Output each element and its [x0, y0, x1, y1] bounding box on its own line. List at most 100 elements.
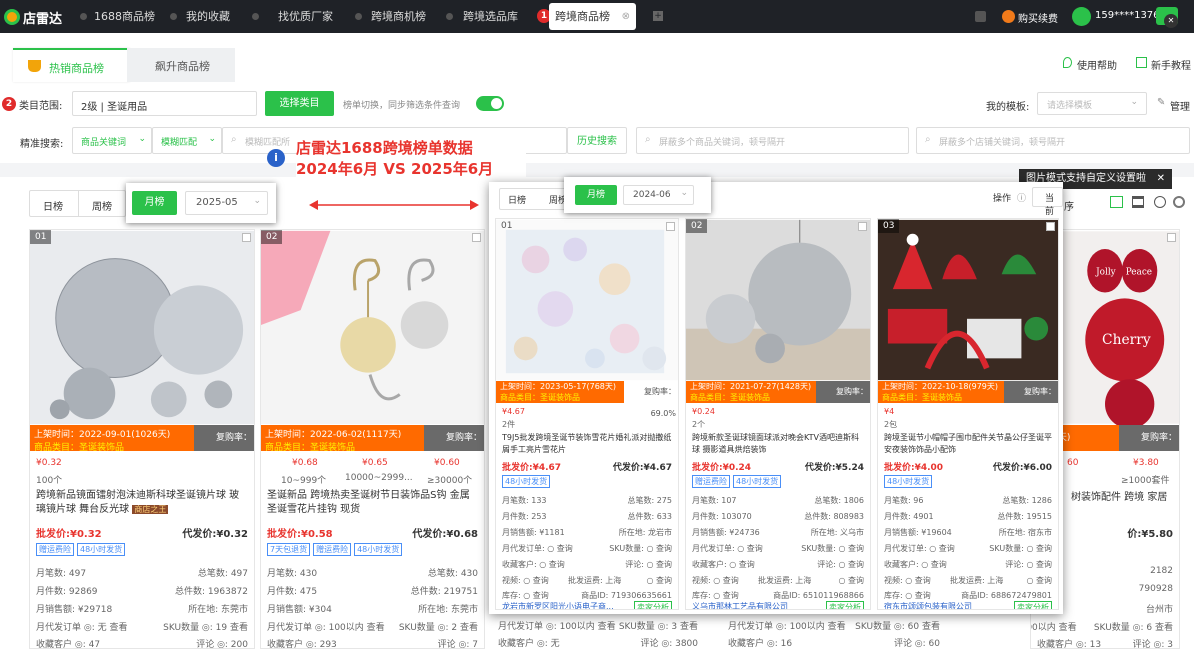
- close-icon[interactable]: ✕: [1157, 169, 1165, 189]
- block-goods-input[interactable]: ⌕ 屏蔽多个商品关键词，顿号隔开: [636, 127, 909, 154]
- product-card[interactable]: 01 上架时间：2022-09-01(1026天) 商品类目：圣诞装饰品 复购率…: [29, 229, 255, 649]
- tab-rising-goods[interactable]: 飙升商品榜: [127, 48, 235, 82]
- stat-left[interactable]: 月代发订单: ○ 查询: [692, 544, 763, 553]
- select-checkbox[interactable]: [858, 222, 867, 231]
- service-tag: 48小时发货: [884, 475, 933, 488]
- app-logo[interactable]: 店雷达: [4, 7, 62, 27]
- stat-left[interactable]: 收藏客户: ○ 查询: [692, 560, 755, 569]
- screenshot-icon[interactable]: ✕: [1164, 14, 1178, 28]
- new-tab-icon[interactable]: +: [653, 11, 663, 21]
- svg-text:Cherry: Cherry: [1102, 332, 1151, 348]
- tab-hot-goods[interactable]: 热销商品榜: [13, 48, 130, 82]
- tutorial-link[interactable]: 新手教程: [1151, 57, 1191, 72]
- shop-name[interactable]: 义乌市那林工艺品有限公司: [692, 602, 788, 609]
- month-tab[interactable]: 月榜: [575, 185, 617, 205]
- gear-icon[interactable]: [1173, 196, 1185, 208]
- block-shop-input[interactable]: ⌕ 屏蔽多个店铺关键词，顿号隔开: [916, 127, 1190, 154]
- select-category-button[interactable]: 选择类目: [265, 91, 334, 116]
- stat-left[interactable]: 视频: ○ 查询: [502, 576, 549, 585]
- stat-right[interactable]: ○ 查询: [838, 575, 864, 586]
- wholesale-price: 批发价:¥4.00: [884, 463, 944, 473]
- stat-right[interactable]: ○ 查询: [646, 575, 672, 586]
- template-select[interactable]: 请选择模板 ⌄: [1037, 92, 1147, 115]
- product-card[interactable]: 02 上架时间：2021-07-27(1428天) 商品类目：圣诞装饰品 复购率…: [685, 218, 871, 610]
- tab-1688-goods[interactable]: 1688商品榜: [94, 0, 155, 33]
- list-mode-icon[interactable]: [1132, 196, 1144, 208]
- select-checkbox[interactable]: [666, 222, 675, 231]
- stat-right[interactable]: SKU数量 ◎: 3 查看: [619, 619, 698, 632]
- stat-left[interactable]: 月代发订单: ○ 查询: [884, 544, 955, 553]
- stat-row: 月代发订单: ○ 查询 SKU数量: ○ 查询: [884, 543, 1052, 554]
- select-checkbox[interactable]: [472, 233, 481, 242]
- tab-opportunities[interactable]: 跨境商机榜: [371, 0, 426, 33]
- tab-selection-lib[interactable]: 跨境选品库: [463, 0, 518, 33]
- stat-right[interactable]: SKU数量 ◎: 19 查看: [163, 620, 248, 633]
- month-tab[interactable]: 月榜: [132, 191, 177, 215]
- month-picker-right[interactable]: 2024-06 ⌄: [623, 185, 694, 205]
- product-title[interactable]: 跨境新款圣诞球镜面球派对晚会KTV酒吧迪斯科球 摄影道具烘焙装饰: [692, 432, 864, 456]
- product-card[interactable]: 02 上架时间：2022-06-02(1117天) 商品类目：圣诞装饰品 复购率…: [260, 229, 485, 649]
- stat-left[interactable]: 月代发订单: ○ 查询: [502, 544, 573, 553]
- stat-right[interactable]: 评论: ○ 查询: [817, 559, 864, 570]
- month-picker-left[interactable]: 2025-05 ⌄: [185, 191, 268, 215]
- dropdown-icon[interactable]: [975, 11, 986, 22]
- stat-right[interactable]: ○ 查询: [1026, 575, 1052, 586]
- day-tab[interactable]: 日榜: [43, 198, 63, 213]
- product-card[interactable]: 03 上架时间：2022-10-18(979天) 商品类目：圣诞装饰品 复购率：…: [877, 218, 1059, 610]
- select-checkbox[interactable]: [242, 233, 251, 242]
- tab-favorites[interactable]: 我的收藏: [186, 0, 230, 33]
- match-type-select[interactable]: 模糊匹配 ⌄: [152, 127, 222, 154]
- stat-right[interactable]: SKU数量 ◎: 2 查看: [399, 620, 478, 633]
- help-link[interactable]: 使用帮助: [1077, 57, 1117, 72]
- stat-left[interactable]: 月代发订单 ◎: 100以内 查看: [728, 622, 846, 632]
- product-card[interactable]: 01 上架时间：2023-05-17(768天) 商品类目：圣诞装饰品 复购率：…: [495, 218, 679, 610]
- history-search-button[interactable]: 历史搜索: [567, 127, 627, 154]
- stat-left[interactable]: 月代发订单 ◎: 100以内 查看: [1031, 623, 1077, 633]
- stat-left[interactable]: 库存: ○ 查询: [884, 591, 931, 600]
- product-title[interactable]: 跨境新品镜面镭射泡沫迪斯科球圣诞镜片球 玻璃镜片球 舞台反光球 商店之王: [36, 489, 248, 519]
- close-icon[interactable]: ⊗: [622, 3, 630, 30]
- product-title[interactable]: 跨境圣诞节小帽帽子围巾配件关节晶公仔圣诞平安夜装饰饰品小配饰: [884, 432, 1052, 456]
- stat-left[interactable]: 库存: ○ 查询: [502, 591, 549, 600]
- stat-right[interactable]: 评论: ○ 查询: [625, 559, 672, 570]
- select-checkbox[interactable]: [1046, 222, 1055, 231]
- renew-link[interactable]: 购买续费: [1018, 10, 1058, 25]
- stat-left[interactable]: 视频: ○ 查询: [692, 576, 739, 585]
- shop-name[interactable]: 宿东市颂颂包装有限公司: [884, 602, 972, 609]
- stat-right[interactable]: SKU数量: ○ 查询: [989, 543, 1052, 554]
- current-select[interactable]: 当前: [1032, 187, 1063, 217]
- seller-analysis-button[interactable]: 卖家分析: [634, 601, 672, 609]
- sync-toggle[interactable]: [476, 96, 504, 111]
- keyword-type-select[interactable]: 商品关键词 ⌄: [72, 127, 152, 154]
- stat-right[interactable]: 评论: ○ 查询: [1005, 559, 1052, 570]
- wholesale-price: 批发价:¥0.58: [267, 529, 333, 540]
- tab-factories[interactable]: 找优质厂家: [278, 0, 333, 33]
- stat-left[interactable]: 收藏客户: ○ 查询: [884, 560, 947, 569]
- stat-right[interactable]: SKU数量: ○ 查询: [801, 543, 864, 554]
- manage-link[interactable]: 管理: [1170, 98, 1190, 113]
- tab-crossborder-goods[interactable]: 跨境商品榜 ⊗: [549, 3, 636, 30]
- week-tab[interactable]: 周榜: [92, 198, 112, 213]
- stat-left[interactable]: 库存: ○ 查询: [692, 591, 739, 600]
- user-phone[interactable]: 159****1376: [1095, 10, 1160, 21]
- shop-name[interactable]: 龙岩市新罗区阳光小语电子商...: [502, 602, 614, 609]
- avatar[interactable]: [1072, 7, 1091, 26]
- repurchase-rate: 复购率：60.0%: [1004, 381, 1058, 418]
- stat-left[interactable]: 收藏客户: ○ 查询: [502, 560, 565, 569]
- stat-left[interactable]: 视频: ○ 查询: [884, 576, 931, 585]
- seller-analysis-button[interactable]: 卖家分析: [1014, 601, 1052, 609]
- day-tab[interactable]: 日榜: [508, 193, 526, 206]
- category-field[interactable]: 2级 | 圣诞用品: [72, 91, 257, 116]
- select-checkbox[interactable]: [1167, 233, 1176, 242]
- image-mode-icon[interactable]: [1110, 196, 1123, 208]
- stat-left[interactable]: 月代发订单 ◎: 100以内 查看: [498, 622, 616, 632]
- stat-right[interactable]: SKU数量: ○ 查询: [609, 543, 672, 554]
- product-title[interactable]: T9J5批发跨境圣诞节装饰雪花片婚礼派对抛撒纸屑手工亮片雪花片: [502, 432, 672, 456]
- product-title[interactable]: 圣诞新品 跨境热卖圣诞树节日装饰品S钩 金属圣诞雪花片挂钩 现货: [267, 489, 478, 519]
- settings-icon[interactable]: [1154, 196, 1166, 208]
- seller-analysis-button[interactable]: 卖家分析: [826, 601, 864, 609]
- stat-right[interactable]: SKU数量 ◎: 60 查看: [855, 619, 940, 632]
- stat-right[interactable]: SKU数量 ◎: 6 查看: [1094, 620, 1173, 633]
- stat-left[interactable]: 月代发订单 ◎: 100以内 查看: [267, 623, 385, 633]
- stat-left[interactable]: 月代发订单 ◎: 无 查看: [36, 623, 127, 633]
